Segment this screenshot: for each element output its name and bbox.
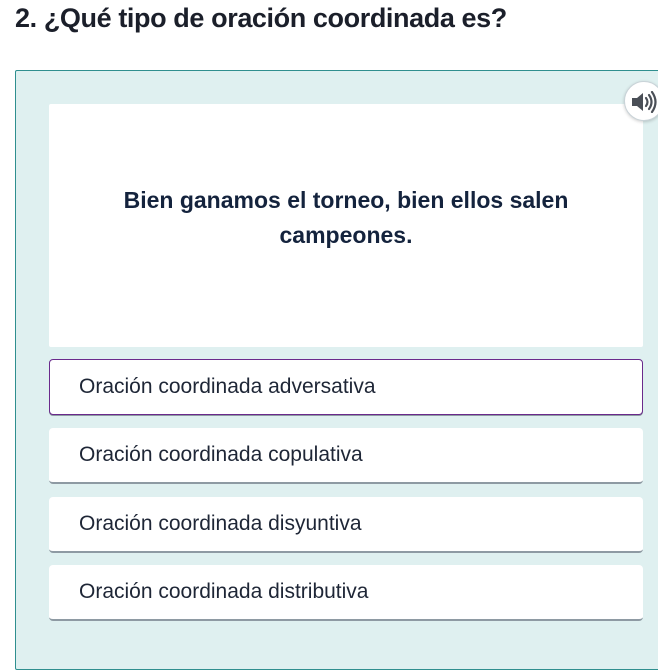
answer-option-label: Oración coordinada disyuntiva	[79, 512, 362, 535]
answer-option-label: Oración coordinada copulativa	[79, 443, 363, 466]
sentence-text: Bien ganamos el torneo, bien ellos salen…	[123, 187, 569, 248]
question-title: 2. ¿Qué tipo de oración coordinada es?	[15, 3, 507, 33]
answer-option-disyuntiva[interactable]: Oración coordinada disyuntiva	[49, 497, 643, 553]
answer-option-copulativa[interactable]: Oración coordinada copulativa	[49, 428, 643, 484]
sentence-card: Bien ganamos el torneo, bien ellos salen…	[49, 104, 643, 347]
answer-option-distributiva[interactable]: Oración coordinada distributiva	[49, 565, 643, 621]
speaker-icon	[632, 91, 657, 113]
answer-option-label: Oración coordinada distributiva	[79, 580, 369, 603]
audio-button[interactable]	[624, 81, 658, 121]
answer-option-adversativa[interactable]: Oración coordinada adversativa	[49, 359, 643, 415]
answer-option-label: Oración coordinada adversativa	[79, 375, 376, 398]
